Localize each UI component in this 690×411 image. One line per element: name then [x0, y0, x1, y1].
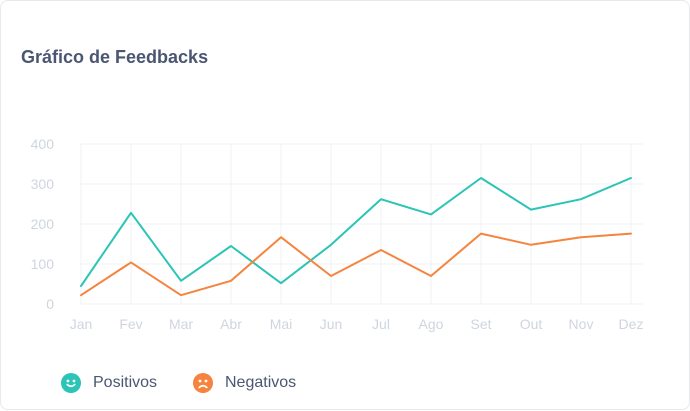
legend-label-positivos: Positivos: [93, 374, 157, 392]
series-lines: [81, 178, 631, 295]
legend-item-positivos[interactable]: Positivos: [61, 373, 157, 393]
line-chart: 400 300 200 100 0 Jan Fev Mar Abr Mai Jun Jul Ago Se…: [1, 1, 690, 411]
x-tick-label: Ago: [419, 316, 444, 332]
series-line-positivos: [81, 178, 631, 286]
x-tick-label: Jan: [70, 316, 93, 332]
smile-icon: [61, 373, 81, 393]
x-tick-label: Dez: [619, 316, 644, 332]
chart-grid: [81, 144, 643, 304]
x-tick-label: Jun: [320, 316, 343, 332]
y-tick-label: 100: [31, 256, 55, 272]
legend-item-negativos[interactable]: Negativos: [193, 373, 296, 393]
x-tick-label: Mai: [270, 316, 293, 332]
feedback-chart-card: Gráfico de Feedbacks 4003002001000 JanFe…: [0, 0, 690, 410]
x-axis-ticks: Jan Fev Mar Abr Mai Jun Jul Ago Set Out Nov Dez: [70, 316, 644, 332]
y-tick-label: 200: [31, 216, 55, 232]
x-tick-label: Nov: [569, 316, 594, 332]
y-tick-label: 300: [31, 176, 55, 192]
x-tick-label: Fev: [119, 316, 142, 332]
y-tick-label: 400: [31, 136, 55, 152]
legend-label-negativos: Negativos: [225, 374, 296, 392]
x-tick-label: Jul: [372, 316, 390, 332]
x-tick-label: Out: [520, 316, 543, 332]
y-tick-label: 0: [46, 296, 54, 312]
frown-icon: [193, 373, 213, 393]
x-tick-label: Mar: [169, 316, 193, 332]
x-tick-label: Set: [470, 316, 491, 332]
y-axis-ticks: 400 300 200 100 0: [31, 136, 55, 312]
x-tick-label: Abr: [220, 316, 242, 332]
